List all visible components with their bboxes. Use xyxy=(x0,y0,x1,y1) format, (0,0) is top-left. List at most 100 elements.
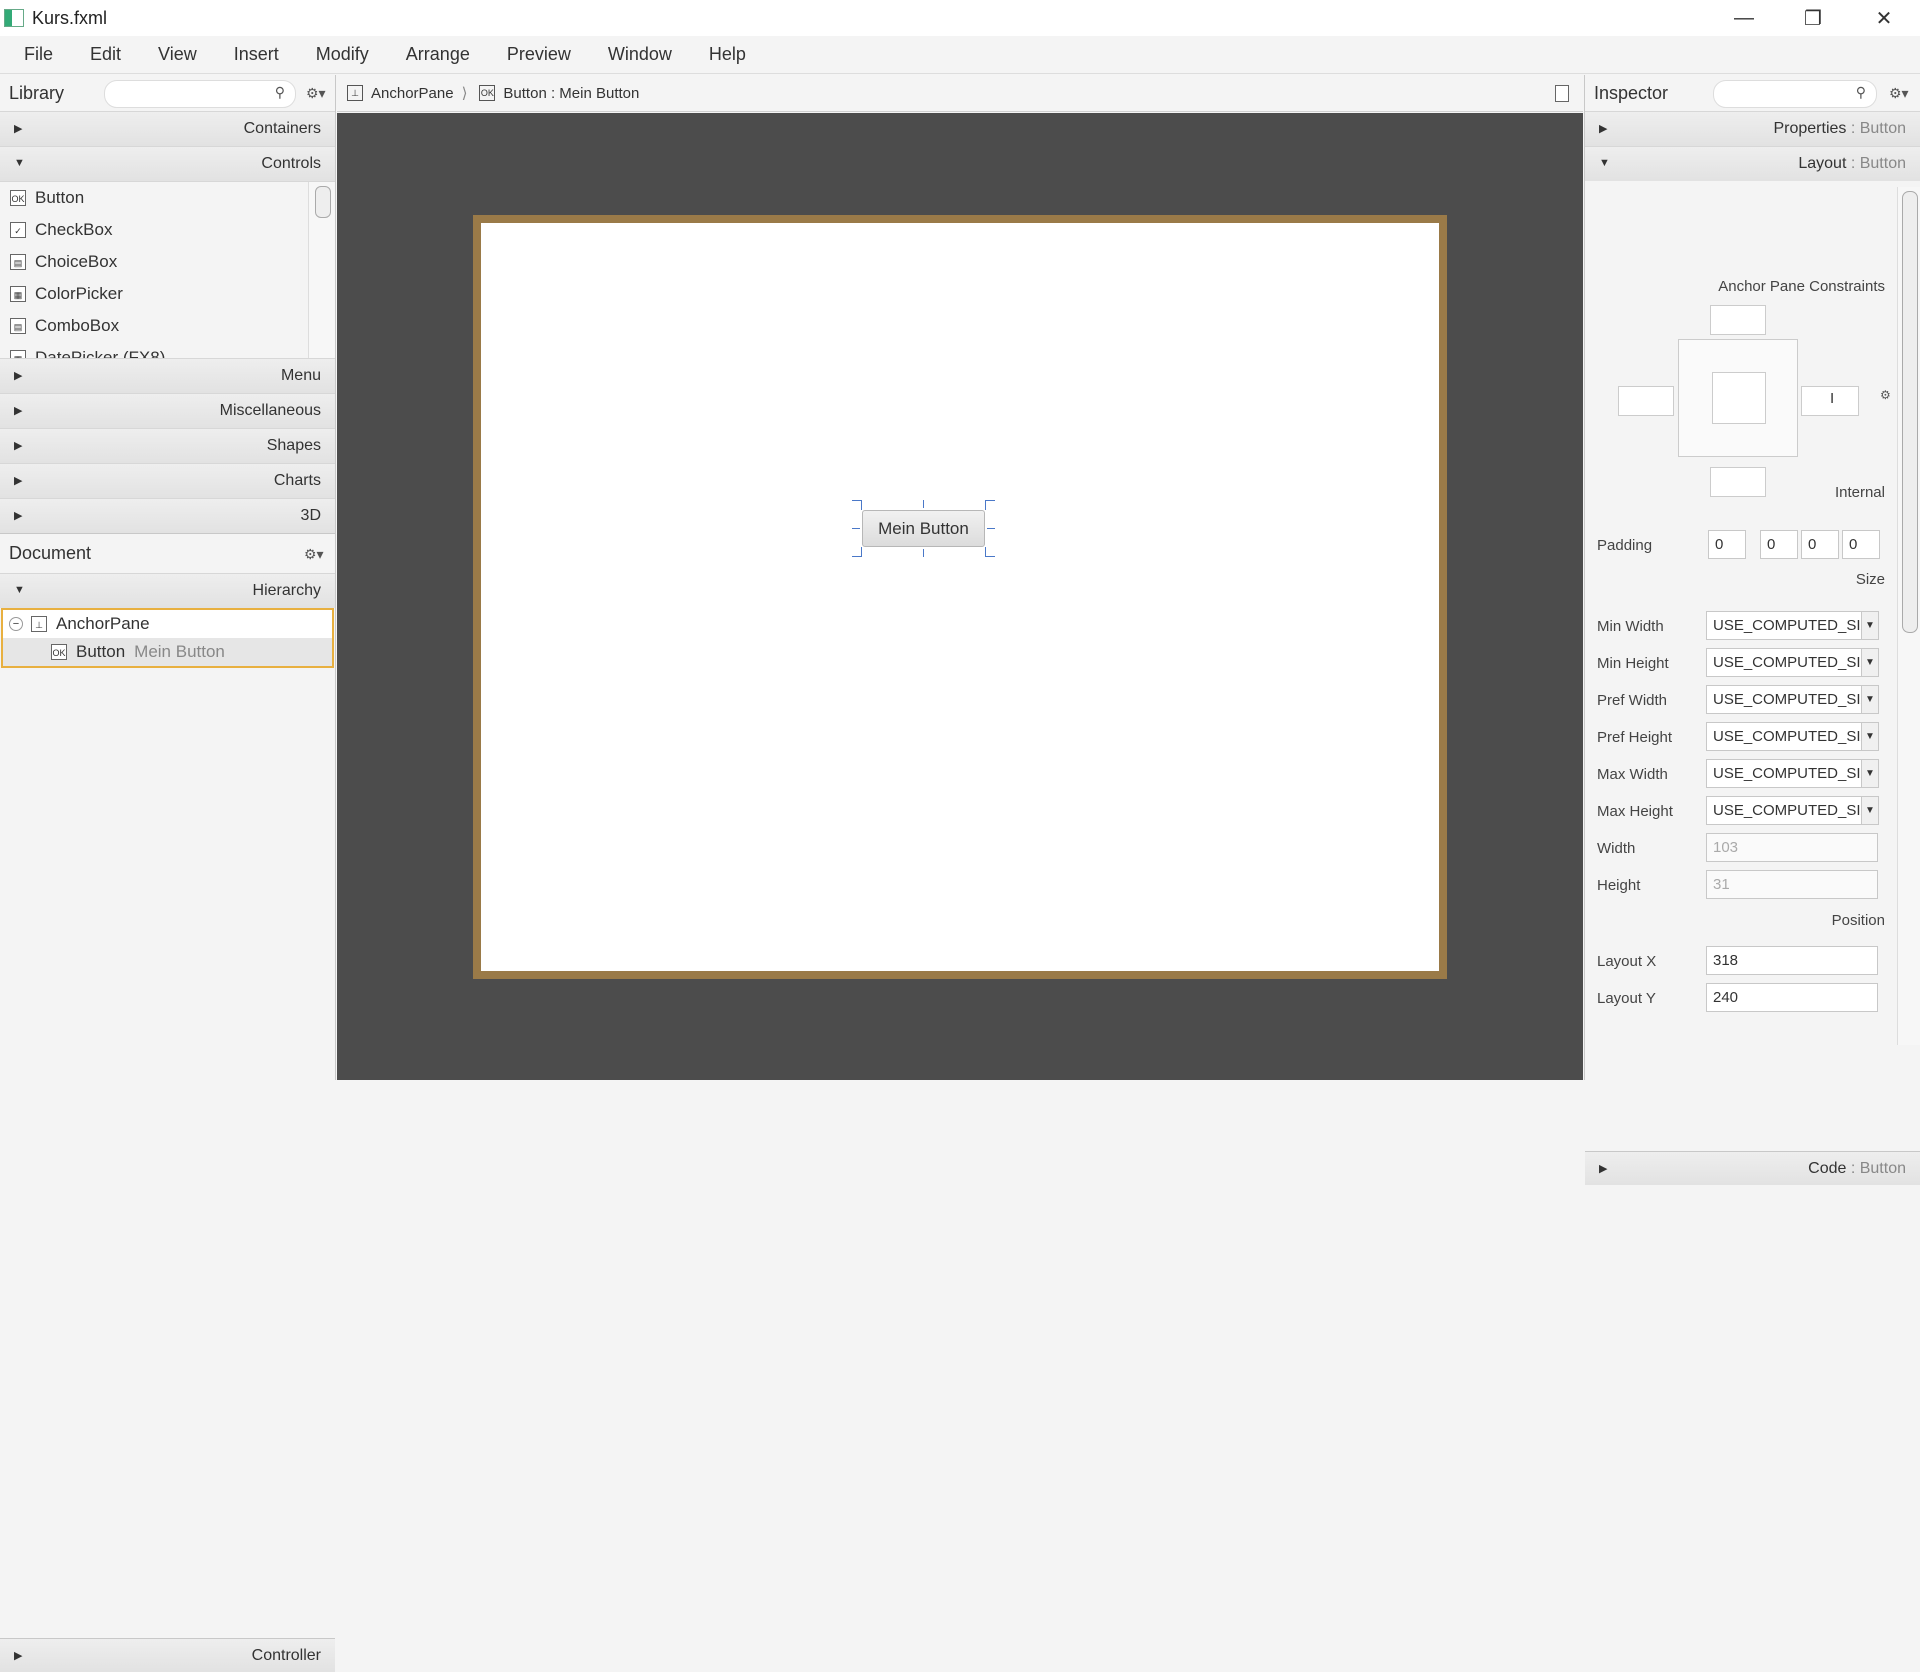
library-search-input[interactable]: ⚲ xyxy=(104,80,296,108)
menu-file[interactable]: File xyxy=(0,44,68,65)
document-icon[interactable] xyxy=(1555,85,1569,102)
height-label: Height xyxy=(1597,877,1641,894)
minimize-icon[interactable]: — xyxy=(1710,0,1778,36)
list-item[interactable]: ▦ ColorPicker xyxy=(0,278,335,310)
section-containers[interactable]: ▶ Containers xyxy=(0,111,335,146)
min-height-field[interactable]: USE_COMPUTED_SIZE xyxy=(1706,648,1878,677)
chevron-down-icon[interactable]: ▼ xyxy=(1861,759,1879,788)
colorpicker-icon: ▦ xyxy=(10,286,26,302)
section-layout[interactable]: ▼ Layout : Button xyxy=(1585,146,1920,181)
settings-dot-icon[interactable]: ⚙ xyxy=(1880,388,1891,402)
library-title: Library xyxy=(9,82,65,103)
min-width-field[interactable]: USE_COMPUTED_SIZE xyxy=(1706,611,1878,640)
collapse-icon[interactable]: − xyxy=(9,617,23,631)
collapsed-triangle-icon: ▶ xyxy=(14,440,23,452)
section-charts[interactable]: ▶ Charts xyxy=(0,463,335,498)
list-item[interactable]: ▤ ChoiceBox xyxy=(0,246,335,278)
window-title: Kurs.fxml xyxy=(32,8,108,28)
layout-x-field[interactable]: 318 xyxy=(1706,946,1878,975)
padding-left-field[interactable]: 0 xyxy=(1842,530,1880,559)
anchor-left-field[interactable] xyxy=(1618,386,1674,416)
inspector-title: Inspector xyxy=(1594,82,1669,103)
menu-window[interactable]: Window xyxy=(586,44,687,65)
menu-insert[interactable]: Insert xyxy=(212,44,294,65)
collapsed-triangle-icon: ▶ xyxy=(14,405,23,417)
layout-y-field[interactable]: 240 xyxy=(1706,983,1878,1012)
menu-edit[interactable]: Edit xyxy=(68,44,136,65)
min-width-label: Min Width xyxy=(1597,618,1664,635)
scrollbar[interactable] xyxy=(1897,187,1920,1045)
collapsed-triangle-icon: ▶ xyxy=(14,370,23,382)
expanded-triangle-icon: ▼ xyxy=(14,584,25,596)
section-code[interactable]: ▶ Code : Button xyxy=(1585,1151,1920,1185)
button-icon: OK xyxy=(10,190,26,206)
section-properties[interactable]: ▶ Properties : Button xyxy=(1585,111,1920,146)
padding-top-field[interactable]: 0 xyxy=(1708,530,1746,559)
section-hierarchy[interactable]: ▼ Hierarchy xyxy=(0,573,335,608)
anchor-right-field[interactable]: I xyxy=(1801,386,1859,416)
breadcrumb: ⊥ AnchorPane ⟩ OK Button : Mein Button xyxy=(337,75,1583,112)
pref-height-label: Pref Height xyxy=(1597,729,1673,746)
gear-icon[interactable]: ⚙▾ xyxy=(1889,85,1909,102)
anchorpane-icon: ⊥ xyxy=(347,85,363,101)
max-width-label: Max Width xyxy=(1597,766,1668,783)
chevron-down-icon[interactable]: ▼ xyxy=(1861,722,1879,751)
anchorpane-icon: ⊥ xyxy=(31,616,47,632)
combobox-icon: ▤ xyxy=(10,318,26,334)
section-miscellaneous[interactable]: ▶ Miscellaneous xyxy=(0,393,335,428)
anchor-bottom-field[interactable] xyxy=(1710,467,1766,497)
menu-arrange[interactable]: Arrange xyxy=(384,44,485,65)
list-item[interactable]: OK Button xyxy=(0,182,335,214)
list-item[interactable]: ▤ ComboBox xyxy=(0,310,335,342)
left-pane: Library ⚲ ⚙▾ ▶ Containers ▼ Controls OK B… xyxy=(0,75,336,1672)
anchor-pane-stage[interactable] xyxy=(473,215,1447,979)
chevron-down-icon[interactable]: ▼ xyxy=(1861,611,1879,640)
width-label: Width xyxy=(1597,840,1636,857)
layout-content: Anchor Pane Constraints I ⚙ Internal Pad… xyxy=(1585,181,1897,1045)
list-item[interactable]: ▦DatePicker (FX8) xyxy=(0,342,335,358)
pref-height-field[interactable]: USE_COMPUTED_SIZE xyxy=(1706,722,1878,751)
datepicker-icon: ▦ xyxy=(10,350,26,358)
tree-item-anchorpane[interactable]: − ⊥ AnchorPane xyxy=(3,610,332,638)
menu-bar: File Edit View Insert Modify Arrange Pre… xyxy=(0,36,1920,74)
section-menu[interactable]: ▶ Menu xyxy=(0,358,335,393)
menu-modify[interactable]: Modify xyxy=(294,44,384,65)
pref-width-field[interactable]: USE_COMPUTED_SIZE xyxy=(1706,685,1878,714)
scrollbar[interactable] xyxy=(308,182,335,358)
padding-right-field[interactable]: 0 xyxy=(1760,530,1798,559)
max-height-field[interactable]: USE_COMPUTED_SIZE xyxy=(1706,796,1878,825)
search-icon: ⚲ xyxy=(1855,84,1866,100)
chevron-down-icon[interactable]: ▼ xyxy=(1861,685,1879,714)
tree-item-button[interactable]: OK Button Mein Button xyxy=(3,638,332,666)
menu-preview[interactable]: Preview xyxy=(485,44,586,65)
controls-list: OK Button ✓ CheckBox ▤ ChoiceBox ▦ ColorPick… xyxy=(0,181,335,358)
layout-x-label: Layout X xyxy=(1597,953,1657,970)
selection-handles[interactable] xyxy=(852,500,995,557)
section-controls[interactable]: ▼ Controls xyxy=(0,146,335,181)
anchor-top-field[interactable] xyxy=(1710,305,1766,335)
button-icon: OK xyxy=(51,644,67,660)
hierarchy-tree: − ⊥ AnchorPane OK Button Mein Button xyxy=(1,608,334,668)
menu-view[interactable]: View xyxy=(136,44,212,65)
chevron-down-icon[interactable]: ▼ xyxy=(1861,648,1879,677)
max-width-field[interactable]: USE_COMPUTED_SIZE xyxy=(1706,759,1878,788)
list-item[interactable]: ✓ CheckBox xyxy=(0,214,335,246)
gear-icon[interactable]: ⚙▾ xyxy=(306,85,326,102)
position-title: Position xyxy=(1831,912,1885,929)
chevron-down-icon[interactable]: ▼ xyxy=(1861,796,1879,825)
padding-bottom-field[interactable]: 0 xyxy=(1801,530,1839,559)
menu-help[interactable]: Help xyxy=(687,44,761,65)
section-shapes[interactable]: ▶ Shapes xyxy=(0,428,335,463)
breadcrumb-button[interactable]: Button : Mein Button xyxy=(503,85,639,102)
inspector-search-input[interactable]: ⚲ xyxy=(1713,80,1877,108)
section-controller[interactable]: ▶ Controller xyxy=(0,1638,335,1672)
section-3d[interactable]: ▶ 3D xyxy=(0,498,335,533)
inspector-pane: Inspector ⚲ ⚙▾ ▶ Properties : Button ▼ L… xyxy=(1584,75,1920,1185)
expanded-triangle-icon: ▼ xyxy=(14,157,25,169)
close-icon[interactable]: ✕ xyxy=(1850,0,1918,36)
height-field: 31 xyxy=(1706,870,1878,899)
library-header: Library ⚲ ⚙▾ xyxy=(0,75,335,111)
gear-icon[interactable]: ⚙▾ xyxy=(304,546,324,563)
restore-icon[interactable]: ❐ xyxy=(1779,0,1847,36)
breadcrumb-anchorpane[interactable]: AnchorPane xyxy=(371,85,454,102)
